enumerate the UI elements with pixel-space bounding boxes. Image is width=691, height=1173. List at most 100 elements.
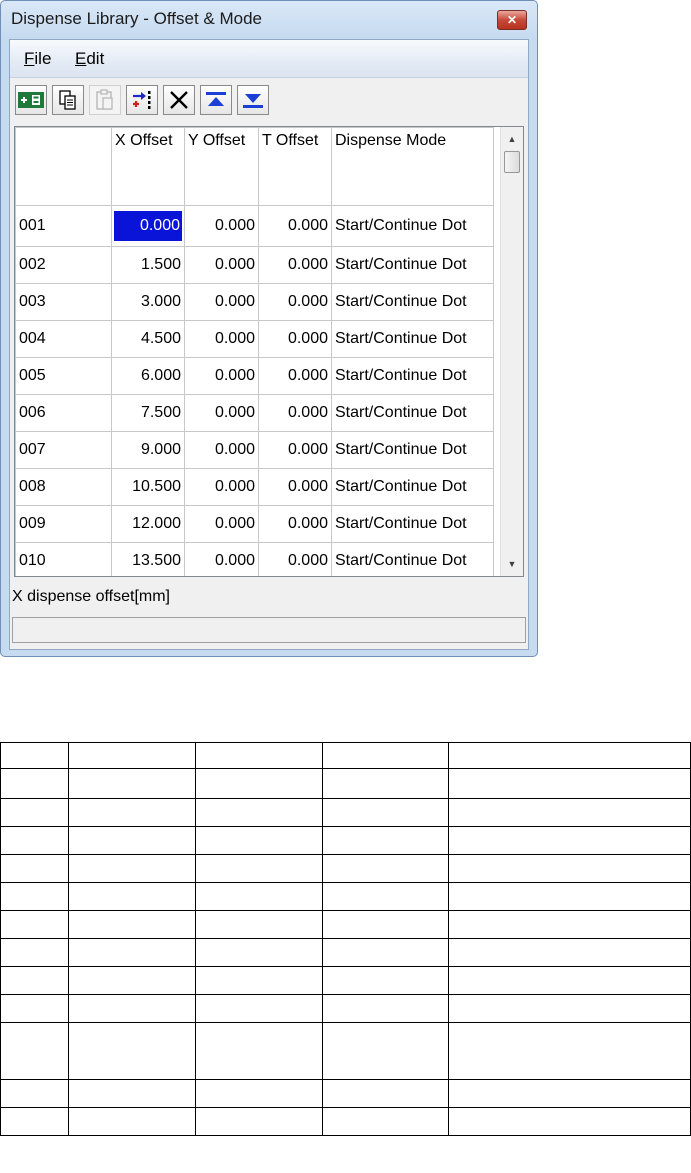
paste-button[interactable] (89, 85, 121, 115)
cell-dispense-mode[interactable]: Start/Continue Dot (331, 394, 494, 432)
title-bar[interactable]: Dispense Library - Offset & Mode ✕ (1, 1, 537, 39)
cell-x-offset[interactable]: 7.500 (111, 394, 185, 432)
cell-t-offset[interactable]: 0.000 (258, 320, 332, 358)
cell-t-offset[interactable]: 0.000 (258, 468, 332, 506)
cell-y-offset[interactable]: 0.000 (184, 246, 259, 284)
table-row[interactable]: 009 12.000 0.000 0.000 Start/Continue Do… (15, 505, 494, 543)
cell-t-offset[interactable]: 0.000 (258, 505, 332, 543)
cell-t-offset[interactable]: 0.000 (258, 205, 332, 247)
table-row[interactable]: 001 0.000 0.000 0.000 Start/Continue Dot (15, 205, 494, 247)
cell-x-offset[interactable]: 4.500 (111, 320, 185, 358)
cell-y-offset[interactable]: 0.000 (184, 357, 259, 395)
column-header-dispense-mode[interactable]: Dispense Mode (331, 127, 494, 206)
blank-table-cell (68, 1107, 196, 1136)
table-row[interactable]: 008 10.500 0.000 0.000 Start/Continue Do… (15, 468, 494, 506)
cell-t-offset[interactable]: 0.000 (258, 246, 332, 284)
blank-table-cell (195, 826, 323, 855)
scroll-up-button[interactable]: ▲ (501, 129, 523, 149)
column-header-t-offset[interactable]: T Offset (258, 127, 332, 206)
blank-table-cell (68, 1022, 196, 1080)
menu-file[interactable]: File (24, 49, 51, 69)
blank-table-cell (195, 966, 323, 995)
column-header-x-offset[interactable]: X Offset (111, 127, 185, 206)
cell-x-offset-selected[interactable]: 0.000 (111, 205, 185, 247)
cell-dispense-mode[interactable]: Start/Continue Dot (331, 205, 494, 247)
cell-dispense-mode[interactable]: Start/Continue Dot (331, 320, 494, 358)
cell-dispense-mode[interactable]: Start/Continue Dot (331, 505, 494, 543)
menu-edit[interactable]: Edit (75, 49, 104, 69)
table-row[interactable]: 010 13.500 0.000 0.000 Start/Continue Do… (15, 542, 494, 576)
copy-button[interactable] (52, 85, 84, 115)
row-id[interactable]: 006 (15, 394, 112, 432)
cell-x-offset[interactable]: 6.000 (111, 357, 185, 395)
cell-dispense-mode[interactable]: Start/Continue Dot (331, 542, 494, 576)
table-row[interactable]: 002 1.500 0.000 0.000 Start/Continue Dot (15, 246, 494, 284)
blank-table-cell (322, 882, 449, 911)
blank-table-cell (195, 994, 323, 1023)
cell-dispense-mode[interactable]: Start/Continue Dot (331, 431, 494, 469)
row-id[interactable]: 010 (15, 542, 112, 576)
table-row[interactable]: 004 4.500 0.000 0.000 Start/Continue Dot (15, 320, 494, 358)
cell-y-offset[interactable]: 0.000 (184, 505, 259, 543)
table-row[interactable]: 006 7.500 0.000 0.000 Start/Continue Dot (15, 394, 494, 432)
cell-y-offset[interactable]: 0.000 (184, 394, 259, 432)
cell-t-offset[interactable]: 0.000 (258, 431, 332, 469)
table-row[interactable]: 005 6.000 0.000 0.000 Start/Continue Dot (15, 357, 494, 395)
cell-y-offset[interactable]: 0.000 (184, 542, 259, 576)
blank-table-cell (0, 882, 69, 911)
cell-dispense-mode[interactable]: Start/Continue Dot (331, 283, 494, 321)
row-id[interactable]: 004 (15, 320, 112, 358)
blank-table-cell (68, 938, 196, 967)
delete-button[interactable] (163, 85, 195, 115)
cell-t-offset[interactable]: 0.000 (258, 357, 332, 395)
blank-table-row (0, 882, 691, 911)
cell-y-offset[interactable]: 0.000 (184, 468, 259, 506)
row-id[interactable]: 008 (15, 468, 112, 506)
blank-table-cell (68, 742, 196, 769)
row-id[interactable]: 001 (15, 205, 112, 247)
blank-table-row (0, 938, 691, 967)
row-id[interactable]: 002 (15, 246, 112, 284)
cell-y-offset[interactable]: 0.000 (184, 431, 259, 469)
cell-x-offset[interactable]: 10.500 (111, 468, 185, 506)
insert-row-button[interactable] (15, 85, 47, 115)
table-row[interactable]: 007 9.000 0.000 0.000 Start/Continue Dot (15, 431, 494, 469)
cell-dispense-mode[interactable]: Start/Continue Dot (331, 468, 494, 506)
cell-t-offset[interactable]: 0.000 (258, 394, 332, 432)
cell-t-offset[interactable]: 0.000 (258, 542, 332, 576)
blank-table-cell (448, 938, 691, 967)
row-id[interactable]: 003 (15, 283, 112, 321)
cell-x-offset[interactable]: 1.500 (111, 246, 185, 284)
menu-bar: File Edit (10, 40, 528, 78)
cell-dispense-mode[interactable]: Start/Continue Dot (331, 246, 494, 284)
table-row[interactable]: 003 3.000 0.000 0.000 Start/Continue Dot (15, 283, 494, 321)
row-id[interactable]: 007 (15, 431, 112, 469)
column-header-y-offset[interactable]: Y Offset (184, 127, 259, 206)
blank-table-cell (0, 1107, 69, 1136)
cell-y-offset[interactable]: 0.000 (184, 205, 259, 247)
row-id[interactable]: 009 (15, 505, 112, 543)
offset-mode-grid[interactable]: X Offset Y Offset T Offset Dispense Mode… (14, 126, 524, 577)
cell-x-offset[interactable]: 3.000 (111, 283, 185, 321)
blank-table-cell (0, 1022, 69, 1080)
cell-dispense-mode[interactable]: Start/Continue Dot (331, 357, 494, 395)
scroll-down-button[interactable]: ▼ (501, 554, 523, 574)
cell-y-offset[interactable]: 0.000 (184, 320, 259, 358)
cell-x-offset[interactable]: 13.500 (111, 542, 185, 576)
move-to-bottom-button[interactable] (237, 85, 269, 115)
cell-x-offset[interactable]: 12.000 (111, 505, 185, 543)
blank-table-cell (322, 742, 449, 769)
row-id[interactable]: 005 (15, 357, 112, 395)
close-button[interactable]: ✕ (497, 10, 527, 30)
blank-table-cell (322, 910, 449, 939)
cell-t-offset[interactable]: 0.000 (258, 283, 332, 321)
insert-point-button[interactable] (126, 85, 158, 115)
cell-y-offset[interactable]: 0.000 (184, 283, 259, 321)
blank-table-cell (0, 994, 69, 1023)
cell-x-offset[interactable]: 9.000 (111, 431, 185, 469)
blank-table-cell (322, 938, 449, 967)
vertical-scrollbar[interactable]: ▲ ▼ (500, 127, 523, 576)
move-to-top-button[interactable] (200, 85, 232, 115)
scroll-thumb[interactable] (504, 151, 520, 173)
blank-table-cell (0, 854, 69, 883)
